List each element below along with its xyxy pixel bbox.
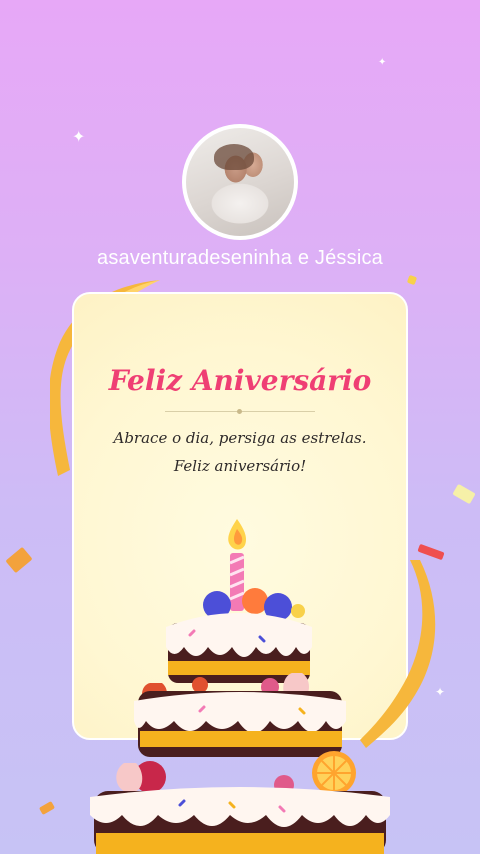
card-title: Feliz Aniversário (108, 364, 372, 397)
card-message: Abrace o dia, persiga as estrelas. Feliz… (113, 429, 367, 475)
avatar[interactable] (182, 124, 298, 240)
confetti (406, 274, 418, 286)
confetti (417, 543, 445, 561)
avatar-photo (186, 128, 294, 236)
confetti (38, 801, 56, 815)
title-divider (165, 409, 315, 414)
birthday-cake-illustration (90, 519, 390, 854)
sparkle-icon: ✦ (378, 57, 387, 68)
confetti (452, 483, 476, 505)
confetti (5, 546, 33, 574)
sparkle-icon: ✦ (72, 129, 86, 146)
username: asaventuradeseninha e Jéssica (97, 247, 383, 269)
